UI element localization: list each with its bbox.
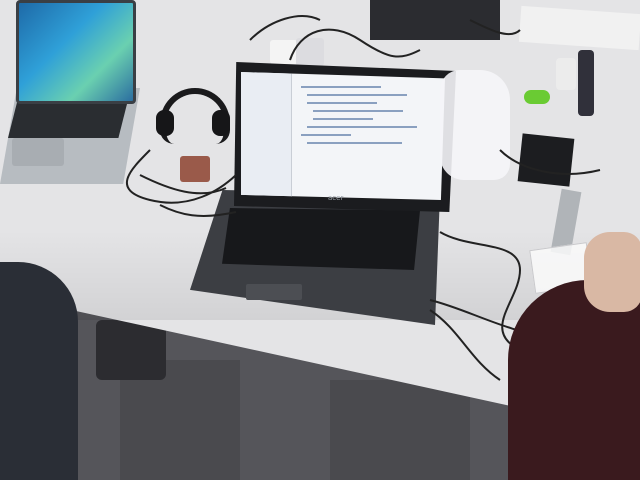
- cable: [289, 28, 421, 61]
- cable: [139, 174, 227, 195]
- cable: [469, 19, 521, 36]
- cable: [499, 149, 601, 175]
- person-left: [0, 262, 78, 480]
- photo-scene: acer: [0, 0, 640, 480]
- cable: [249, 15, 321, 41]
- cable: [159, 204, 237, 217]
- hand-on-mouse: [584, 232, 640, 312]
